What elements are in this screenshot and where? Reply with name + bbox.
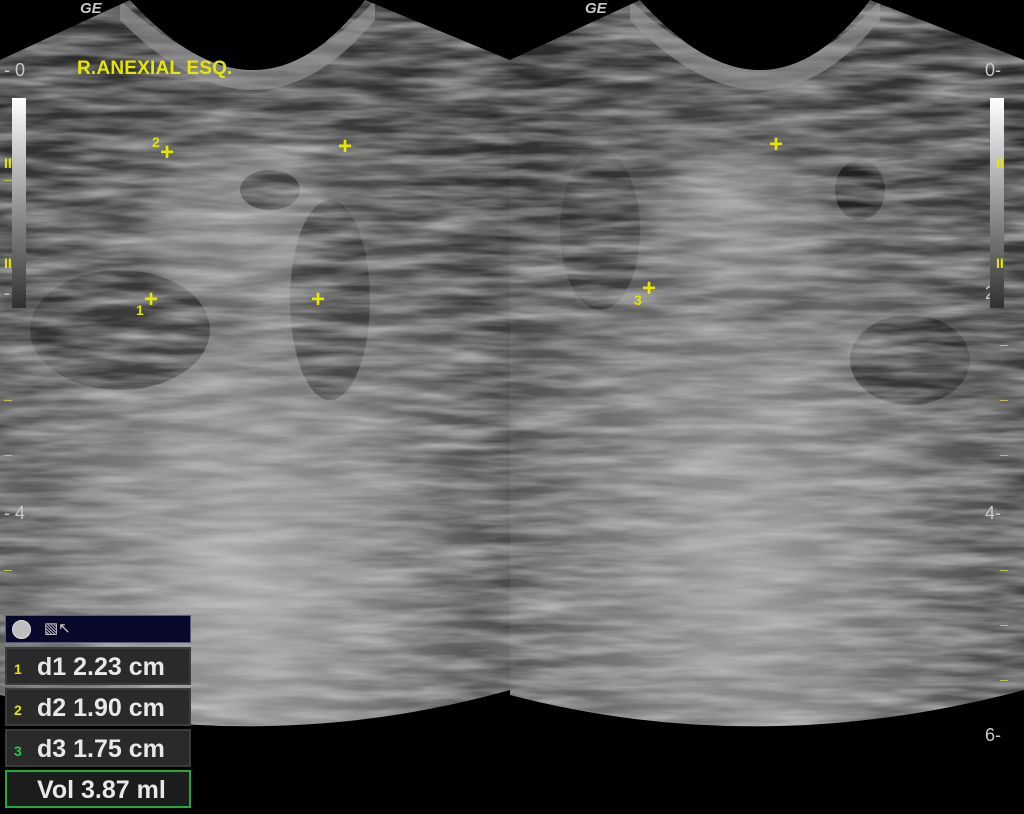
measurement-panel-header: ▧↖ (5, 615, 191, 643)
depth-value: 0 (985, 60, 996, 80)
brand-logo-right: GE (585, 0, 607, 17)
depth-tick (1000, 570, 1008, 571)
measurement-row-d3[interactable]: 3 d3 1.75 cm (5, 729, 191, 767)
caliper-cross[interactable]: + (769, 133, 783, 157)
depth-tick (1000, 625, 1008, 626)
brand-logo-left: GE (80, 0, 102, 17)
caliper-label-1: 1 (136, 302, 144, 318)
depth-tick (1000, 400, 1008, 401)
focus-marker-right-2: II (996, 255, 1004, 271)
measurement-index: 1 (14, 661, 22, 677)
depth-tick (4, 400, 12, 401)
depth-mark-0-right: 0- (985, 60, 1002, 80)
body-marker-label: R.ANEXIAL ESQ. (77, 58, 233, 79)
measurement-row-d2[interactable]: 2 d2 1.90 cm (5, 688, 191, 726)
caliper-cross[interactable]: + (338, 135, 352, 159)
depth-tick (4, 455, 12, 456)
caliper-label-3: 3 (634, 292, 642, 308)
measurement-row-d1[interactable]: 1 d1 2.23 cm (5, 647, 191, 685)
depth-tick (1000, 680, 1008, 681)
measurement-row-volume[interactable]: Vol 3.87 ml (5, 770, 191, 808)
caliper-cross[interactable]: + (642, 277, 656, 301)
depth-value: 6 (985, 725, 996, 745)
measurement-index: 2 (14, 702, 22, 718)
depth-value: 4 (15, 503, 26, 523)
measurement-value: d1 2.23 cm (37, 653, 165, 681)
circle-icon[interactable] (12, 620, 31, 639)
depth-mark-0-left: - 0 (4, 60, 26, 80)
focus-marker-right-1: II (996, 155, 1004, 171)
caliper-cross[interactable]: + (311, 288, 325, 312)
grayscale-bar-right (990, 98, 1004, 308)
depth-tick (1000, 345, 1008, 346)
measurement-value: Vol 3.87 ml (37, 776, 166, 804)
caliper-cross[interactable]: + (160, 141, 174, 165)
cursor-icon[interactable]: ▧↖ (44, 619, 71, 639)
depth-mark-4-left: - 4 (4, 503, 26, 523)
right-scan-sector (510, 0, 1024, 727)
focus-marker-left-2: II (4, 255, 12, 271)
depth-tick (4, 180, 12, 181)
depth-value: 0 (15, 60, 26, 80)
caliper-cross[interactable]: + (144, 288, 158, 312)
focus-marker-left-1: II (4, 155, 12, 171)
ultrasound-display: GE GE R.ANEXIAL ESQ. - 0 - 2 - 4 II II 0… (0, 0, 1024, 814)
depth-value: 4 (985, 503, 996, 523)
depth-tick (1000, 455, 1008, 456)
caliper-label-2: 2 (152, 134, 160, 150)
grayscale-bar-left (12, 98, 26, 308)
measurement-value: d3 1.75 cm (37, 735, 165, 763)
measurement-value: d2 1.90 cm (37, 694, 165, 722)
depth-mark-6-right: 6- (985, 725, 1002, 745)
depth-tick (4, 570, 12, 571)
depth-mark-4-right: 4- (985, 503, 1002, 523)
measurement-index: 3 (14, 743, 22, 759)
